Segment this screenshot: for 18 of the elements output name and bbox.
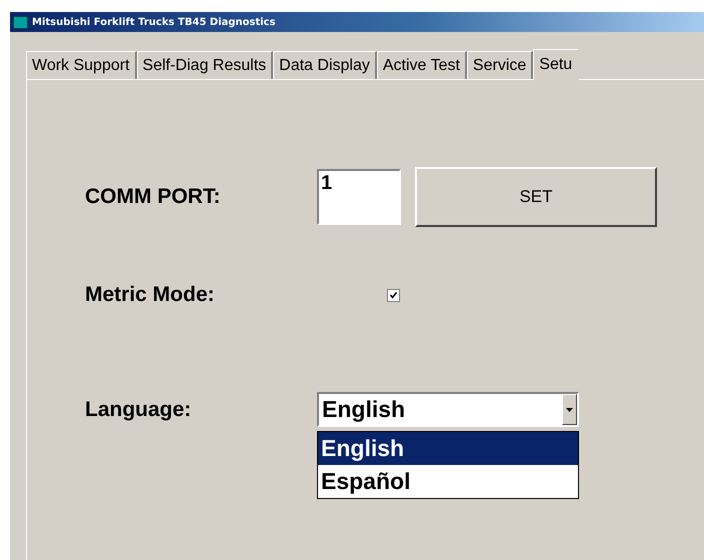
tab[interactable]: Service — [466, 51, 534, 79]
tab[interactable]: Setu — [533, 49, 580, 80]
metric-mode-checkbox[interactable] — [387, 288, 400, 302]
tab[interactable]: Work Support — [26, 51, 137, 79]
metric-mode-label: Metric Mode: — [85, 283, 216, 307]
app-icon — [13, 16, 28, 28]
tab[interactable]: Self-Diag Results — [136, 51, 274, 79]
window-title-text: Mitsubishi Forklift Trucks TB45 Diagnostics — [32, 16, 276, 28]
checkmark-icon — [390, 292, 397, 298]
comm-port-label: COMM PORT: — [85, 185, 222, 209]
tab[interactable]: Data Display — [273, 51, 377, 79]
language-label: Language: — [85, 398, 192, 422]
tab[interactable]: Active Test — [376, 51, 467, 79]
language-dropdown[interactable]: English — [317, 392, 579, 427]
language-option[interactable]: English — [318, 432, 578, 465]
caret-icon[interactable] — [562, 394, 577, 425]
comm-port-field[interactable]: 1 — [317, 169, 401, 225]
set-button[interactable]: SET — [415, 167, 657, 227]
